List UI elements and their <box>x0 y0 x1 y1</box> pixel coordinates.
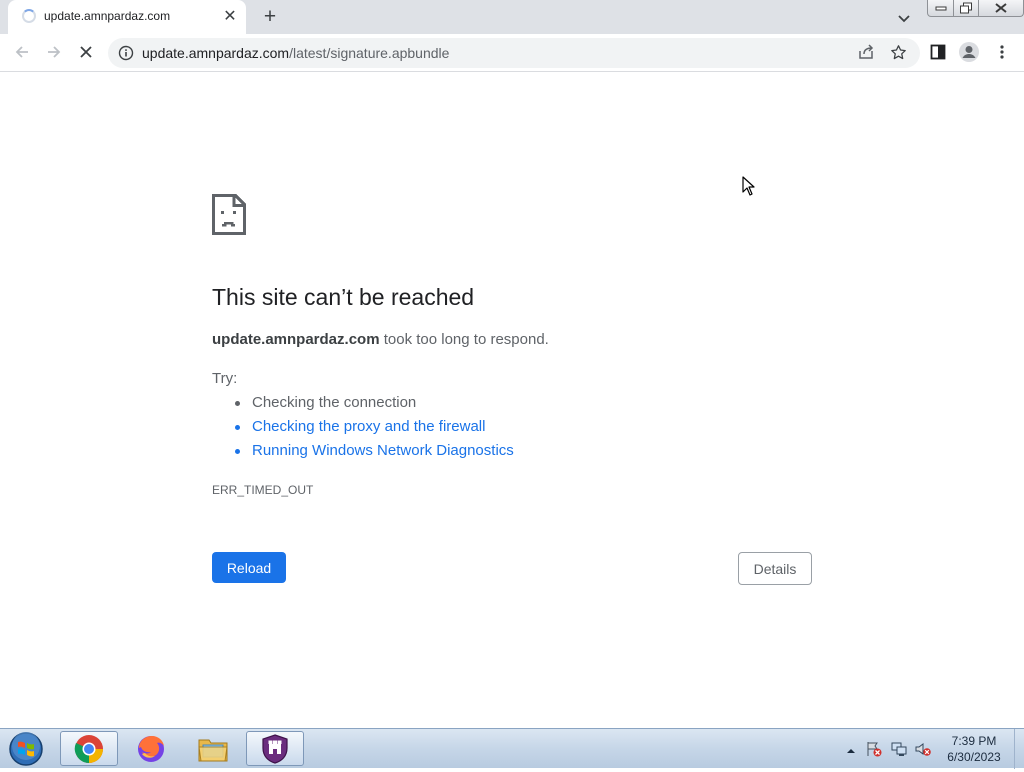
url-text: update.amnpardaz.com/latest/signature.ap… <box>142 45 449 61</box>
show-desktop-button[interactable] <box>1014 729 1024 769</box>
error-code: ERR_TIMED_OUT <box>212 483 314 497</box>
back-icon[interactable] <box>10 40 34 64</box>
error-title: This site can’t be reached <box>212 284 475 310</box>
taskbar-firefox-icon[interactable] <box>122 731 180 766</box>
share-icon[interactable] <box>854 40 878 64</box>
sad-page-icon <box>212 194 246 235</box>
url-path: /latest/signature.apbundle <box>289 45 450 61</box>
tab-search-chevron-icon[interactable] <box>894 8 914 28</box>
browser-toolbar: update.amnpardaz.com/latest/signature.ap… <box>0 34 1024 72</box>
reload-button[interactable]: Reload <box>212 552 286 583</box>
volume-muted-icon[interactable] <box>915 741 931 757</box>
minimize-button[interactable] <box>927 0 954 17</box>
suggestion-network-diagnostics-link[interactable]: Running Windows Network Diagnostics <box>212 442 514 466</box>
address-bar[interactable]: update.amnpardaz.com/latest/signature.ap… <box>108 38 920 68</box>
star-icon[interactable] <box>886 40 910 64</box>
new-tab-button[interactable]: + <box>258 6 282 28</box>
show-hidden-icons-icon[interactable] <box>846 743 856 753</box>
info-icon[interactable] <box>118 45 134 61</box>
taskbar-shield-app-icon[interactable] <box>246 731 304 766</box>
tab-strip: update.amnpardaz.com ✕ + <box>0 0 1024 34</box>
side-panel-icon[interactable] <box>926 40 950 64</box>
clock-time: 7:39 PM <box>951 734 997 748</box>
suggestion-check-connection: Checking the connection <box>212 394 514 418</box>
url-domain: update.amnpardaz.com <box>142 45 290 61</box>
details-button[interactable]: Details <box>738 552 812 585</box>
taskbar-chrome-icon[interactable] <box>60 731 118 766</box>
error-message: update.amnpardaz.com took too long to re… <box>212 331 549 348</box>
system-clock[interactable]: 7:39 PM 6/30/2023 <box>938 733 1010 765</box>
profile-icon[interactable] <box>957 40 981 64</box>
start-button[interactable] <box>6 731 46 767</box>
suggestion-check-proxy-link[interactable]: Checking the proxy and the firewall <box>212 418 514 442</box>
try-label: Try: <box>212 370 238 387</box>
suggestion-list: Checking the connection Checking the pro… <box>212 394 514 466</box>
mouse-cursor-icon <box>742 176 756 196</box>
loading-spinner-icon <box>22 9 36 23</box>
error-host: update.amnpardaz.com <box>212 331 380 348</box>
taskbar: 7:39 PM 6/30/2023 <box>0 728 1024 769</box>
taskbar-file-explorer-icon[interactable] <box>184 731 242 766</box>
browser-tab[interactable]: update.amnpardaz.com ✕ <box>8 0 246 34</box>
clock-date: 6/30/2023 <box>947 750 1001 764</box>
restore-button[interactable] <box>953 0 979 17</box>
network-icon[interactable] <box>891 741 907 757</box>
tab-close-icon[interactable]: ✕ <box>220 7 240 27</box>
close-window-button[interactable] <box>978 0 1024 17</box>
stop-icon[interactable] <box>74 40 98 64</box>
error-message-text: took too long to respond. <box>379 331 549 348</box>
forward-icon[interactable] <box>42 40 66 64</box>
menu-icon[interactable] <box>990 40 1014 64</box>
tab-title: update.amnpardaz.com <box>44 9 171 23</box>
action-center-flag-icon[interactable] <box>866 741 882 757</box>
